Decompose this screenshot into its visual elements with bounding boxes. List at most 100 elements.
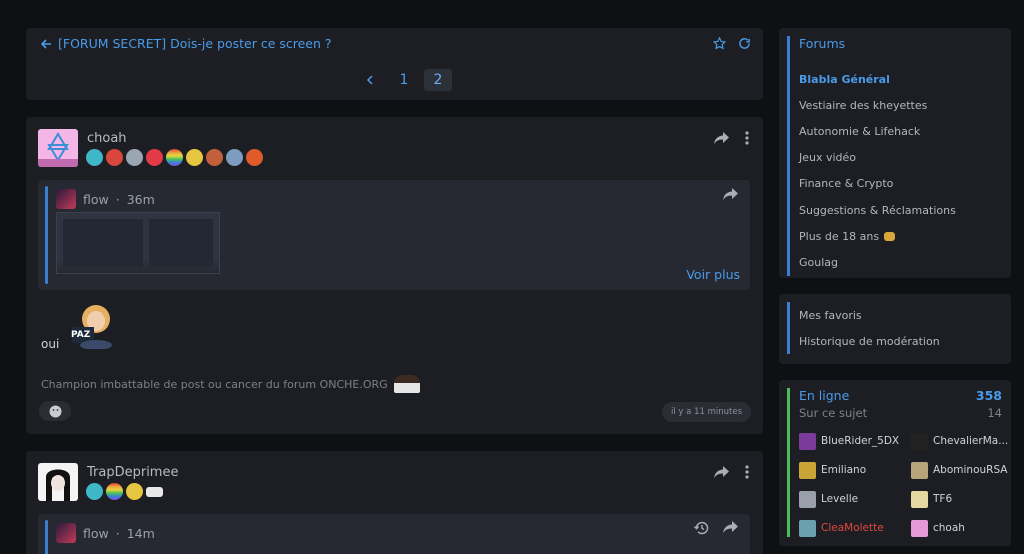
star-icon[interactable] bbox=[713, 37, 726, 50]
avatar[interactable] bbox=[38, 129, 78, 167]
badge-icon bbox=[146, 149, 163, 166]
quoted-post[interactable]: flow · 36m Voir plus bbox=[38, 180, 750, 290]
refresh-icon[interactable] bbox=[738, 37, 751, 50]
forum-item-plus-de-18[interactable]: Plus de 18 ans bbox=[799, 223, 956, 249]
share-icon[interactable] bbox=[723, 188, 738, 200]
topic-title[interactable]: [FORUM SECRET] Dois-je poster ce screen … bbox=[58, 36, 332, 51]
badge-icon bbox=[106, 149, 123, 166]
topic-title-link[interactable]: [FORUM SECRET] Dois-je poster ce screen … bbox=[40, 36, 332, 51]
favorites-link[interactable]: Mes favoris bbox=[799, 302, 940, 328]
online-label: En ligne bbox=[799, 388, 850, 403]
forums-panel: Forums Blabla Général Vestiaire des khey… bbox=[779, 28, 1011, 278]
page-2-link[interactable]: 2 bbox=[424, 69, 452, 91]
more-options-icon[interactable] bbox=[745, 465, 749, 479]
badge-icon bbox=[246, 149, 263, 166]
history-icon[interactable] bbox=[694, 521, 709, 535]
see-more-link[interactable]: Voir plus bbox=[686, 267, 740, 282]
online-user-name[interactable]: ChevalierMa... bbox=[933, 435, 1008, 447]
quote-age: 14m bbox=[126, 525, 155, 541]
online-user[interactable]: ChevalierMa... bbox=[911, 432, 1011, 450]
share-icon[interactable] bbox=[714, 466, 729, 478]
add-reaction-button[interactable] bbox=[39, 401, 71, 421]
online-topic-row: Sur ce sujet 14 bbox=[799, 406, 1002, 420]
share-icon[interactable] bbox=[723, 521, 738, 535]
online-user[interactable]: BlueRider_5DX bbox=[799, 432, 911, 450]
post-text: oui bbox=[41, 337, 60, 351]
online-user-name[interactable]: BlueRider_5DX bbox=[821, 435, 899, 447]
quote-author: flow · 36m bbox=[56, 189, 155, 209]
forum-item-blabla-general[interactable]: Blabla Général bbox=[799, 66, 956, 92]
online-user-avatar[interactable] bbox=[799, 432, 816, 450]
online-user[interactable]: Levelle bbox=[799, 490, 911, 508]
topic-header: [FORUM SECRET] Dois-je poster ce screen … bbox=[26, 28, 763, 100]
signature: Champion imbattable de post ou cancer du… bbox=[41, 375, 420, 393]
badge-icon bbox=[126, 149, 143, 166]
forum-item-autonomie[interactable]: Autonomie & Lifehack bbox=[799, 118, 956, 144]
badge-icon bbox=[86, 483, 103, 500]
forum-item-suggestions[interactable]: Suggestions & Réclamations bbox=[799, 197, 956, 223]
quote-bar bbox=[45, 186, 48, 284]
sticker-image: PAZ bbox=[66, 303, 116, 349]
screenshot-thumbnail[interactable] bbox=[56, 212, 220, 274]
online-user-name[interactable]: AbominouRSA bbox=[933, 464, 1008, 476]
online-user-avatar[interactable] bbox=[799, 519, 816, 537]
quote-avatar[interactable] bbox=[56, 189, 76, 209]
more-options-icon[interactable] bbox=[745, 131, 749, 145]
badge-icon bbox=[86, 149, 103, 166]
forum-item-jeux-video[interactable]: Jeux vidéo bbox=[799, 145, 956, 171]
forums-heading: Forums bbox=[799, 36, 846, 51]
quote-avatar[interactable] bbox=[56, 523, 76, 543]
forums-list: Forums Blabla Général Vestiaire des khey… bbox=[787, 36, 956, 276]
online-user-avatar[interactable] bbox=[911, 490, 928, 508]
badge-list bbox=[86, 149, 263, 166]
badge-icon bbox=[126, 483, 143, 500]
username[interactable]: choah bbox=[87, 131, 127, 146]
post: TrapDeprimee flow · 14m bbox=[26, 451, 763, 554]
online-user-avatar[interactable] bbox=[911, 432, 928, 450]
signature-text: Champion imbattable de post ou cancer du… bbox=[41, 377, 388, 391]
quote-username[interactable]: flow bbox=[83, 192, 109, 207]
username[interactable]: TrapDeprimee bbox=[87, 465, 178, 480]
badge-icon bbox=[146, 487, 163, 497]
online-user-avatar[interactable] bbox=[911, 519, 928, 537]
online-user[interactable]: CleaMolette bbox=[799, 519, 911, 537]
quote-age: 36m bbox=[126, 191, 155, 207]
share-icon[interactable] bbox=[714, 132, 729, 144]
online-user-name[interactable]: Levelle bbox=[821, 493, 858, 505]
online-panel: En ligne 358 Sur ce sujet 14 BlueRider_5… bbox=[779, 380, 1011, 546]
hand-icon bbox=[884, 231, 896, 241]
online-user[interactable]: AbominouRSA bbox=[911, 461, 1011, 479]
online-list: En ligne 358 Sur ce sujet 14 BlueRider_5… bbox=[787, 388, 1008, 537]
back-arrow-icon[interactable] bbox=[40, 38, 52, 50]
post: choah flow · 36m Voir plus oui PAZ Champ… bbox=[26, 117, 763, 434]
online-user-avatar[interactable] bbox=[799, 490, 816, 508]
online-user-grid: BlueRider_5DX ChevalierMa... Emiliano Abomi… bbox=[799, 432, 1008, 537]
online-user[interactable]: TF6 bbox=[911, 490, 1011, 508]
badge-icon bbox=[166, 149, 183, 166]
online-user-name[interactable]: Emiliano bbox=[821, 464, 866, 476]
online-topic-label: Sur ce sujet bbox=[799, 406, 868, 420]
previous-page-icon[interactable] bbox=[356, 69, 384, 91]
quoted-post[interactable]: flow · 14m bbox=[38, 514, 750, 554]
avatar[interactable] bbox=[38, 463, 78, 501]
quote-username[interactable]: flow bbox=[83, 526, 109, 541]
online-user-name[interactable]: CleaMolette bbox=[821, 522, 884, 534]
online-user-name[interactable]: TF6 bbox=[933, 493, 952, 505]
online-user-avatar[interactable] bbox=[911, 461, 928, 479]
forum-item-vestiaire[interactable]: Vestiaire des kheyettes bbox=[799, 92, 956, 118]
emoji-icon bbox=[49, 405, 62, 418]
moderation-history-link[interactable]: Historique de modération bbox=[799, 328, 940, 354]
forum-item-label[interactable]: Plus de 18 ans bbox=[799, 230, 879, 243]
online-header: En ligne 358 bbox=[799, 388, 1002, 403]
links-panel: Mes favoris Historique de modération bbox=[779, 294, 1011, 364]
page-1-link[interactable]: 1 bbox=[390, 69, 418, 91]
badge-list bbox=[86, 483, 163, 500]
badge-icon bbox=[206, 149, 223, 166]
online-user-avatar[interactable] bbox=[799, 461, 816, 479]
forum-item-finance-crypto[interactable]: Finance & Crypto bbox=[799, 171, 956, 197]
forum-item-goulag[interactable]: Goulag bbox=[799, 249, 956, 275]
online-user[interactable]: choah bbox=[911, 519, 1011, 537]
pagination: 1 2 bbox=[356, 69, 452, 91]
online-user[interactable]: Emiliano bbox=[799, 461, 911, 479]
online-user-name[interactable]: choah bbox=[933, 522, 965, 534]
